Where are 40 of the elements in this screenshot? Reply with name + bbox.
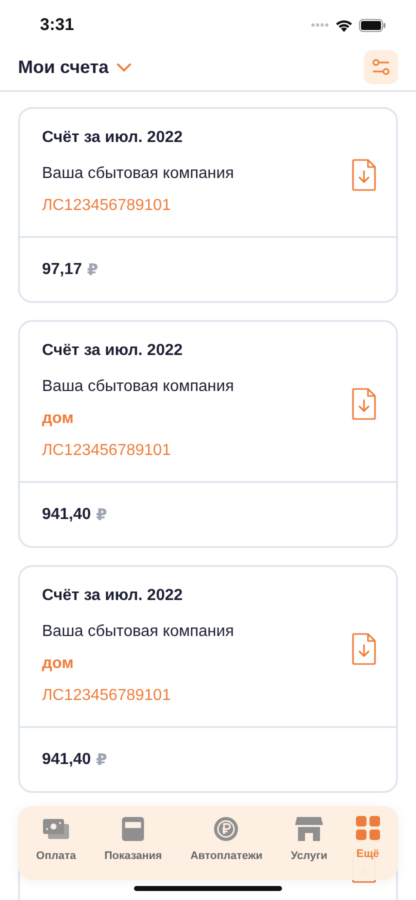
bill-title: Счёт за июл. 2022 xyxy=(42,341,184,361)
ruble-coin-icon xyxy=(213,816,240,842)
company-name: Ваша сбытовая компания xyxy=(42,622,235,642)
wifi-icon xyxy=(335,18,353,32)
currency-sign: ₽ xyxy=(96,506,108,524)
battery-icon xyxy=(359,18,386,32)
banknote-icon xyxy=(42,816,70,842)
tab-item[interactable]: Оплата xyxy=(36,816,76,862)
chevron-down-icon xyxy=(116,62,131,72)
status-time: 3:31 xyxy=(40,15,74,35)
tab-item[interactable]: Показания xyxy=(104,816,162,862)
bill-card[interactable]: Счёт за июл. 2022 Ваша сбытовая компания дом ЛС123456789101 941,40 ₽ xyxy=(18,320,398,548)
bill-amount: 941,40 xyxy=(42,506,91,524)
filter-button[interactable] xyxy=(364,50,398,84)
currency-sign: ₽ xyxy=(87,260,98,280)
company-name: Ваша сбытовая компания xyxy=(42,377,235,397)
bill-card[interactable]: Счёт за июл. 2022 Ваша сбытовая компания ЛС123456789101 97,17 ₽ xyxy=(18,107,398,303)
sliders-icon xyxy=(372,59,390,75)
meter-icon xyxy=(121,816,146,842)
tab-item[interactable]: Автоплатежи xyxy=(190,816,263,862)
store-icon xyxy=(295,816,324,842)
bill-card[interactable]: Счёт за июл. 2022 Ваша сбытовая компания дом ЛС123456789101 941,40 ₽ xyxy=(18,565,398,793)
account-number: ЛС123456789101 xyxy=(42,441,172,461)
account-number: ЛС123456789101 xyxy=(42,686,172,706)
bill-title: Счёт за июл. 2022 xyxy=(42,586,184,606)
tab-item[interactable]: Услуги xyxy=(290,816,328,862)
download-document-icon[interactable] xyxy=(352,632,376,664)
bill-amount: 941,40 xyxy=(42,750,91,768)
account-tag: дом xyxy=(42,403,352,435)
account-tag: дом xyxy=(42,648,352,680)
grid-icon xyxy=(356,816,380,840)
bill-title: Счёт за июл. 2022 xyxy=(42,128,184,148)
signal-icon xyxy=(311,23,329,27)
download-document-icon[interactable] xyxy=(352,388,376,420)
account-number: ЛС123456789101 xyxy=(42,196,172,216)
company-name: Ваша сбытовая компания xyxy=(42,164,235,184)
bill-amount: 97,17 xyxy=(42,260,82,278)
accounts-dropdown[interactable]: Мои счета xyxy=(18,56,131,78)
download-document-icon[interactable] xyxy=(352,158,376,190)
currency-sign: ₽ xyxy=(96,750,108,770)
